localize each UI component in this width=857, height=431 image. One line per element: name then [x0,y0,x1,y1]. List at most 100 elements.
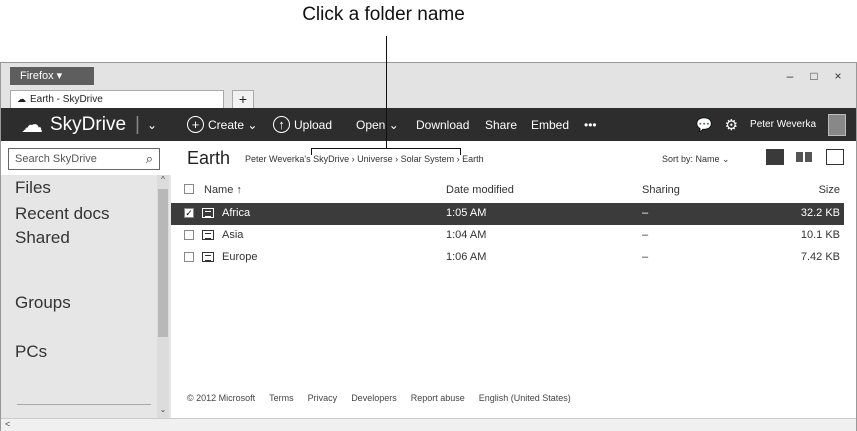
callout-bracket-left [311,148,312,155]
folder-icon [202,252,214,262]
folder-name-link[interactable]: Africa [222,207,250,219]
table-row[interactable]: Asia 1:04 AM – 10.1 KB [171,225,844,247]
upload-button[interactable]: ↑ Upload [273,108,332,141]
select-all-checkbox[interactable] [184,184,194,194]
open-label: Open [356,117,386,132]
window-controls: – □ × [778,67,850,85]
footer-link-report-abuse[interactable]: Report abuse [411,393,465,403]
app-bar: ☁ SkyDrive | ⌄ + Create ⌄ ↑ Upload Open … [1,108,856,141]
download-button[interactable]: Download [416,108,469,141]
scroll-down-icon[interactable]: ⌄ [157,405,169,414]
footer-link-terms[interactable]: Terms [269,393,294,403]
cloud-icon: ☁ [21,111,43,137]
user-area: 💬 ⚙ Peter Weverka [696,108,846,141]
nav-item-shared[interactable]: Shared [15,228,70,248]
footer-link-developers[interactable]: Developers [351,393,397,403]
column-date[interactable]: Date modified [446,184,514,196]
file-size: 7.42 KB [800,251,840,263]
brand-separator: | [135,113,140,135]
callout-text: Click a folder name [302,4,465,25]
browser-window: Firefox ▾ – □ × ☁ Earth - SkyDrive + ☁ S… [0,62,857,431]
table-row[interactable]: Europe 1:06 AM – 7.42 KB [171,247,844,269]
row-checkbox[interactable] [184,230,194,240]
sharing-status: – [642,251,649,263]
browser-chrome: Firefox ▾ – □ × ☁ Earth - SkyDrive + [1,63,856,108]
search-input[interactable]: Search SkyDrive ⌕ [8,148,160,170]
file-size: 10.1 KB [800,229,840,241]
upload-circle-icon: ↑ [273,116,290,133]
table-row[interactable]: ✓ Africa 1:05 AM – 32.2 KB [171,203,844,225]
breadcrumb[interactable]: Peter Weverka's SkyDrive › Universe › So… [245,154,484,164]
sharing-status: – [642,207,649,219]
firefox-menu-button[interactable]: Firefox ▾ [10,67,94,85]
page-title: Earth [187,148,231,168]
chat-icon[interactable]: 💬 [696,117,712,133]
footer-link-language[interactable]: English (United States) [479,393,571,403]
horizontal-scrollbar[interactable]: < [1,418,856,431]
create-label: Create [208,117,245,132]
embed-button[interactable]: Embed [531,108,569,141]
callout-bracket [311,148,461,149]
search-icon[interactable]: ⌕ [146,149,153,169]
toolbar: Search SkyDrive ⌕ Earth Peter Weverka's … [1,141,856,175]
browser-tab[interactable]: ☁ Earth - SkyDrive [10,90,224,108]
left-nav: Files Recent docs Shared Groups PCs ^ ⌄ [1,175,171,418]
column-sharing[interactable]: Sharing [642,184,680,196]
date-modified: 1:04 AM [446,229,487,241]
view-switcher [766,149,844,165]
plus-circle-icon: + [187,116,204,133]
share-button[interactable]: Share [485,108,517,141]
callout-leader-line [386,36,387,148]
gear-icon[interactable]: ⚙ [725,116,738,134]
table-header: Name ↑ Date modified Sharing Size [171,181,844,201]
callout: Click a folder name [0,0,857,62]
sharing-status: – [642,229,649,241]
column-name[interactable]: Name ↑ [204,184,242,196]
minimize-button[interactable]: – [778,67,802,85]
date-modified: 1:06 AM [446,251,487,263]
firefox-label: Firefox [20,70,54,82]
avatar[interactable] [828,113,846,136]
nav-divider [17,404,151,405]
brand[interactable]: ☁ SkyDrive | ⌄ [21,108,157,141]
footer: © 2012 Microsoft Terms Privacy Developer… [187,393,571,403]
nav-item-groups[interactable]: Groups [15,293,71,313]
date-modified: 1:05 AM [446,207,487,219]
scroll-left-icon[interactable]: < [1,419,10,429]
cloud-icon: ☁ [17,94,26,104]
list-view-icon[interactable] [766,149,784,165]
folder-name-link[interactable]: Asia [222,229,243,241]
create-button[interactable]: + Create ⌄ [187,108,257,141]
sort-dropdown[interactable]: Sort by: Name ⌄ [662,154,730,165]
nav-scrollbar[interactable]: ^ ⌄ [157,175,169,418]
tab-title: Earth - SkyDrive [30,94,103,105]
more-commands-button[interactable]: ••• [584,108,597,141]
folder-name-link[interactable]: Europe [222,251,257,263]
folder-icon [202,230,214,240]
chevron-down-icon[interactable]: ⌄ [147,118,157,132]
close-button[interactable]: × [826,67,850,85]
row-checkbox[interactable] [184,252,194,262]
new-tab-button[interactable]: + [232,90,254,108]
thumbnail-view-icon[interactable] [796,152,814,162]
column-size[interactable]: Size [819,184,840,196]
open-button[interactable]: Open ⌄ [356,108,399,141]
row-checkbox[interactable]: ✓ [184,208,194,218]
details-pane-icon[interactable] [826,149,844,165]
nav-item-pcs[interactable]: PCs [15,342,47,362]
nav-item-files[interactable]: Files [15,178,51,198]
footer-link-privacy[interactable]: Privacy [308,393,338,403]
user-name[interactable]: Peter Weverka [750,119,816,130]
file-list: Name ↑ Date modified Sharing Size ✓ Afri… [171,175,844,418]
file-size: 32.2 KB [800,207,840,219]
nav-scroll-thumb[interactable] [158,189,168,337]
callout-bracket-right [460,148,461,155]
upload-label: Upload [294,117,333,132]
nav-item-recent-docs[interactable]: Recent docs [15,204,110,224]
folder-icon [202,208,214,218]
search-placeholder: Search SkyDrive [15,153,97,165]
maximize-button[interactable]: □ [802,67,826,85]
brand-name: SkyDrive [50,113,127,135]
scroll-up-icon[interactable]: ^ [157,175,169,184]
copyright: © 2012 Microsoft [187,393,256,403]
